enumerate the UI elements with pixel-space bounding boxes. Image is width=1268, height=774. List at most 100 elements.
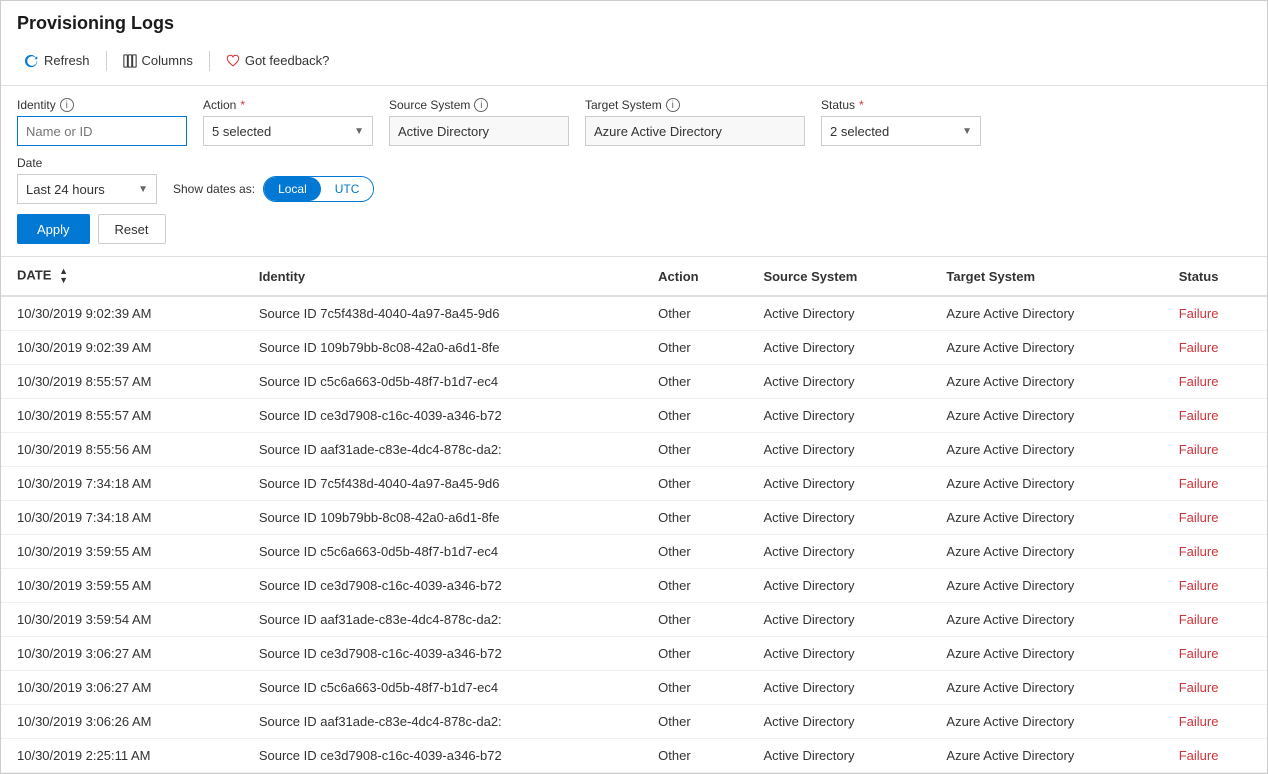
table-row[interactable]: 10/30/2019 3:06:26 AM Source ID aaf31ade… [1,705,1267,739]
local-toggle[interactable]: Local [264,177,321,201]
page-title: Provisioning Logs [17,13,1251,34]
col-date[interactable]: DATE ▲ ▼ [1,257,243,296]
cell-identity: Source ID ce3d7908-c16c-4039-a346-b72 [243,739,642,773]
cell-source: Active Directory [747,705,930,739]
table-row[interactable]: 10/30/2019 7:34:18 AM Source ID 109b79bb… [1,501,1267,535]
heart-icon [226,54,240,68]
table-row[interactable]: 10/30/2019 3:59:55 AM Source ID c5c6a663… [1,535,1267,569]
cell-status: Failure [1163,739,1267,773]
cell-status: Failure [1163,671,1267,705]
target-system-filter-group: Target System i Azure Active Directory [585,98,805,146]
cell-date: 10/30/2019 3:59:54 AM [1,603,243,637]
status-value: 2 selected [830,124,889,139]
table-row[interactable]: 10/30/2019 8:55:57 AM Source ID ce3d7908… [1,399,1267,433]
table-row[interactable]: 10/30/2019 3:59:55 AM Source ID ce3d7908… [1,569,1267,603]
cell-status: Failure [1163,399,1267,433]
target-system-info-icon: i [666,98,680,112]
date-row: Date Last 24 hours ▼ Show dates as: Loca… [17,156,1251,204]
cell-status: Failure [1163,637,1267,671]
cell-source: Active Directory [747,603,930,637]
cell-status: Failure [1163,467,1267,501]
date-value: Last 24 hours [26,182,105,197]
cell-status: Failure [1163,433,1267,467]
date-select[interactable]: Last 24 hours ▼ [17,174,157,204]
show-dates-group: Show dates as: Local UTC [173,176,374,202]
results-table-container: DATE ▲ ▼ Identity Action Source System T… [1,257,1267,773]
cell-source: Active Directory [747,331,930,365]
table-row[interactable]: 10/30/2019 8:55:57 AM Source ID c5c6a663… [1,365,1267,399]
cell-action: Other [642,296,747,331]
cell-action: Other [642,331,747,365]
table-row[interactable]: 10/30/2019 3:59:54 AM Source ID aaf31ade… [1,603,1267,637]
cell-source: Active Directory [747,296,930,331]
cell-source: Active Directory [747,569,930,603]
cell-identity: Source ID 109b79bb-8c08-42a0-a6d1-8fe [243,501,642,535]
cell-target: Azure Active Directory [930,671,1162,705]
reset-button[interactable]: Reset [98,214,166,244]
cell-target: Azure Active Directory [930,637,1162,671]
table-row[interactable]: 10/30/2019 9:02:39 AM Source ID 7c5f438d… [1,296,1267,331]
action-select[interactable]: 5 selected ▼ [203,116,373,146]
cell-date: 10/30/2019 8:55:56 AM [1,433,243,467]
action-required: * [240,98,245,112]
cell-source: Active Directory [747,637,930,671]
cell-target: Azure Active Directory [930,569,1162,603]
utc-toggle[interactable]: UTC [321,177,374,201]
date-format-toggle[interactable]: Local UTC [263,176,374,202]
cell-target: Azure Active Directory [930,365,1162,399]
cell-target: Azure Active Directory [930,535,1162,569]
cell-date: 10/30/2019 9:02:39 AM [1,331,243,365]
status-filter-group: Status * 2 selected ▼ [821,98,981,146]
table-row[interactable]: 10/30/2019 3:06:27 AM Source ID c5c6a663… [1,671,1267,705]
cell-target: Azure Active Directory [930,705,1162,739]
identity-input[interactable] [17,116,187,146]
cell-identity: Source ID ce3d7908-c16c-4039-a346-b72 [243,399,642,433]
table-row[interactable]: 10/30/2019 7:34:18 AM Source ID 7c5f438d… [1,467,1267,501]
table-row[interactable]: 10/30/2019 3:06:27 AM Source ID ce3d7908… [1,637,1267,671]
refresh-button[interactable]: Refresh [17,48,98,73]
table-row[interactable]: 10/30/2019 2:25:11 AM Source ID ce3d7908… [1,739,1267,773]
table-header: DATE ▲ ▼ Identity Action Source System T… [1,257,1267,296]
status-chevron-icon: ▼ [962,126,972,137]
source-system-value: Active Directory [389,116,569,146]
feedback-button[interactable]: Got feedback? [218,48,338,73]
page-header: Provisioning Logs Refresh Columns Got fe… [1,1,1267,86]
cell-target: Azure Active Directory [930,467,1162,501]
columns-icon [123,54,137,68]
cell-date: 10/30/2019 8:55:57 AM [1,399,243,433]
cell-date: 10/30/2019 3:06:27 AM [1,671,243,705]
status-select[interactable]: 2 selected ▼ [821,116,981,146]
show-dates-label: Show dates as: [173,182,255,196]
cell-identity: Source ID 109b79bb-8c08-42a0-a6d1-8fe [243,331,642,365]
columns-button[interactable]: Columns [115,48,201,73]
cell-identity: Source ID c5c6a663-0d5b-48f7-b1d7-ec4 [243,671,642,705]
table-row[interactable]: 10/30/2019 9:02:39 AM Source ID 109b79bb… [1,331,1267,365]
target-system-value: Azure Active Directory [585,116,805,146]
cell-status: Failure [1163,603,1267,637]
cell-source: Active Directory [747,399,930,433]
cell-status: Failure [1163,535,1267,569]
cell-identity: Source ID ce3d7908-c16c-4039-a346-b72 [243,637,642,671]
cell-identity: Source ID c5c6a663-0d5b-48f7-b1d7-ec4 [243,365,642,399]
col-source-system: Source System [747,257,930,296]
cell-status: Failure [1163,705,1267,739]
apply-button[interactable]: Apply [17,214,90,244]
action-label: Action * [203,98,373,112]
table-row[interactable]: 10/30/2019 8:55:56 AM Source ID aaf31ade… [1,433,1267,467]
cell-action: Other [642,603,747,637]
target-system-label: Target System i [585,98,805,112]
cell-target: Azure Active Directory [930,433,1162,467]
cell-date: 10/30/2019 8:55:57 AM [1,365,243,399]
cell-source: Active Directory [747,671,930,705]
col-identity: Identity [243,257,642,296]
toolbar: Refresh Columns Got feedback? [17,44,1251,77]
cell-target: Azure Active Directory [930,296,1162,331]
status-required: * [859,98,864,112]
cell-date: 10/30/2019 3:59:55 AM [1,535,243,569]
cell-target: Azure Active Directory [930,331,1162,365]
cell-action: Other [642,365,747,399]
status-label: Status * [821,98,981,112]
toolbar-divider-1 [106,51,107,71]
cell-identity: Source ID c5c6a663-0d5b-48f7-b1d7-ec4 [243,535,642,569]
identity-label: Identity i [17,98,187,112]
